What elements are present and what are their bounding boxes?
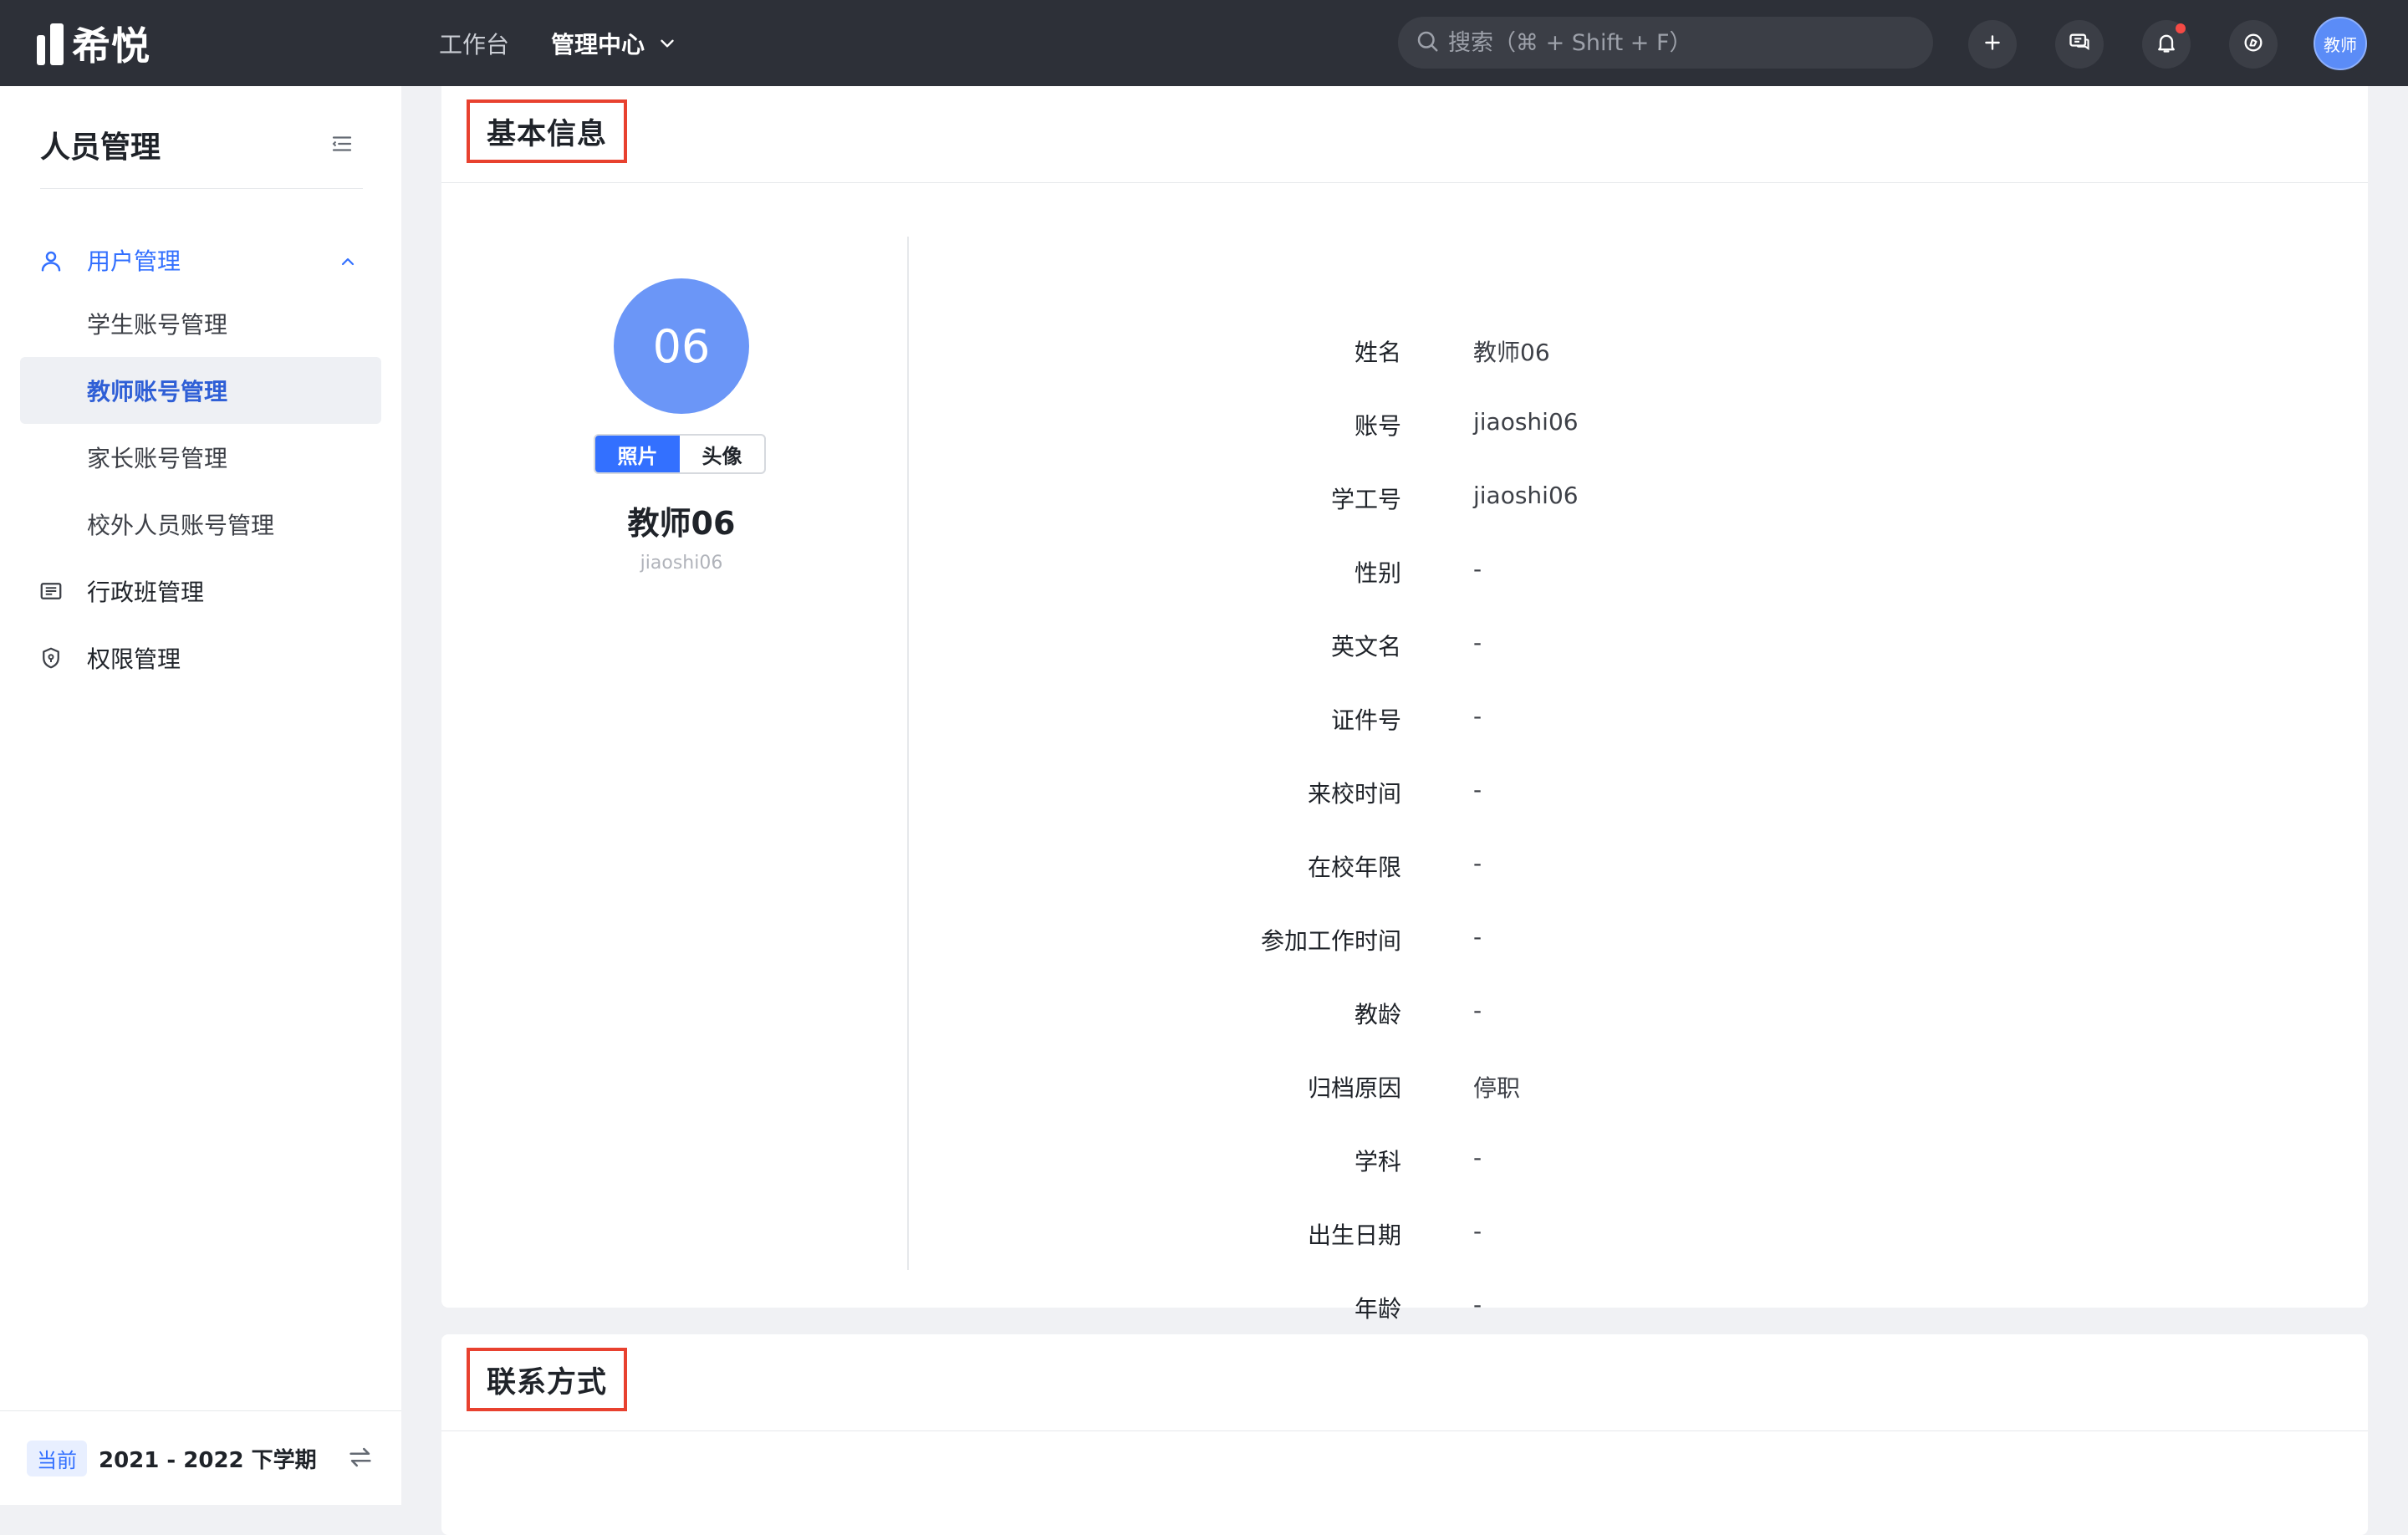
sidebar-item-label: 校外人员账号管理 bbox=[87, 512, 275, 539]
sidebar-item-label: 家长账号管理 bbox=[87, 445, 228, 472]
app-center-button[interactable] bbox=[2229, 20, 2278, 69]
field-row: 证件号 - bbox=[441, 702, 2368, 776]
field-value: jiaoshi06 bbox=[1473, 408, 1579, 436]
sidebar-item-label: 教师账号管理 bbox=[87, 378, 228, 405]
sidebar-item-teacher-accounts[interactable]: 教师账号管理 bbox=[20, 357, 381, 424]
field-value: - bbox=[1473, 776, 1482, 803]
sidebar: 人员管理 用户管理 学生账号管理 教师账号管理 家长账号管理 校外人员账号管理 bbox=[0, 86, 401, 1505]
field-label: 性别 bbox=[1354, 559, 1401, 587]
field-row: 账号 jiaoshi06 bbox=[441, 408, 2368, 482]
top-bar: 希悦 工作台 管理中心 搜索（⌘ + Shift + F） 教师 bbox=[0, 0, 2408, 86]
field-value: 停职 bbox=[1473, 1074, 1521, 1102]
field-row: 性别 - bbox=[441, 555, 2368, 629]
card-header: 基本信息 bbox=[441, 86, 2368, 183]
field-row: 归档原因 停职 bbox=[441, 1070, 2368, 1144]
field-row: 姓名 教师06 bbox=[441, 334, 2368, 408]
sidebar-item-label: 行政班管理 bbox=[87, 579, 205, 606]
collapse-menu-icon[interactable] bbox=[329, 131, 355, 156]
field-row: 学科 - bbox=[441, 1144, 2368, 1217]
field-row: 教龄 - bbox=[441, 997, 2368, 1070]
field-label: 账号 bbox=[1354, 412, 1401, 440]
field-value: 教师06 bbox=[1473, 339, 1550, 366]
contact-title: 联系方式 bbox=[467, 1348, 628, 1411]
field-row: 英文名 - bbox=[441, 629, 2368, 702]
notification-dot bbox=[2176, 23, 2186, 33]
field-label: 在校年限 bbox=[1307, 854, 1401, 881]
field-row: 学工号 jiaoshi06 bbox=[441, 482, 2368, 555]
chevron-down-icon bbox=[656, 33, 678, 54]
field-label: 来校时间 bbox=[1307, 780, 1401, 808]
user-avatar-text: 教师 bbox=[2324, 34, 2357, 55]
logo-mark-icon bbox=[37, 22, 64, 65]
basic-info-card: 基本信息 06 照片 头像 教师06 jiaoshi06 姓名 教师06 账号 … bbox=[441, 86, 2368, 1323]
sidebar-item-label: 学生账号管理 bbox=[87, 311, 228, 339]
field-label: 学工号 bbox=[1330, 486, 1401, 513]
add-button[interactable] bbox=[1968, 20, 2017, 69]
field-value: - bbox=[1473, 702, 1482, 730]
nav-admin-center-label: 管理中心 bbox=[551, 30, 645, 59]
field-value: - bbox=[1473, 629, 1482, 656]
sidebar-divider bbox=[40, 188, 363, 189]
field-value: - bbox=[1473, 1217, 1482, 1245]
sidebar-item-label: 用户管理 bbox=[87, 247, 181, 275]
contact-card: 联系方式 bbox=[441, 1334, 2368, 1535]
field-label: 出生日期 bbox=[1307, 1221, 1401, 1249]
field-value: - bbox=[1473, 923, 1482, 951]
field-label: 教龄 bbox=[1354, 1001, 1401, 1028]
field-label: 证件号 bbox=[1330, 706, 1401, 734]
sidebar-title: 人员管理 bbox=[40, 130, 161, 165]
message-button[interactable] bbox=[2055, 20, 2104, 69]
sidebar-menu: 用户管理 学生账号管理 教师账号管理 家长账号管理 校外人员账号管理 行政班管理 bbox=[0, 230, 401, 691]
search-icon bbox=[1415, 28, 1440, 57]
sidebar-item-permission-management[interactable]: 权限管理 bbox=[20, 625, 381, 691]
nav-workbench-label: 工作台 bbox=[439, 30, 510, 59]
current-term-badge: 当前 bbox=[27, 1440, 87, 1476]
global-search[interactable] bbox=[1398, 17, 1933, 69]
field-label: 年龄 bbox=[1354, 1295, 1401, 1323]
list-card-icon bbox=[38, 579, 64, 604]
nav-admin-center[interactable]: 管理中心 bbox=[551, 27, 678, 60]
user-icon bbox=[38, 248, 64, 273]
plus-icon bbox=[1982, 32, 2003, 57]
shield-icon bbox=[38, 645, 64, 671]
compass-icon bbox=[2242, 31, 2265, 58]
field-value: - bbox=[1473, 555, 1482, 583]
field-value: - bbox=[1473, 997, 1482, 1024]
logo-text: 希悦 bbox=[72, 23, 150, 69]
field-row: 出生日期 - bbox=[441, 1217, 2368, 1291]
switch-arrows-icon[interactable] bbox=[346, 1443, 375, 1471]
field-value: - bbox=[1473, 849, 1482, 877]
field-label: 姓名 bbox=[1354, 339, 1401, 366]
field-row: 在校年限 - bbox=[441, 849, 2368, 923]
field-value: jiaoshi06 bbox=[1473, 482, 1579, 509]
search-input[interactable] bbox=[1448, 29, 1916, 56]
field-label: 参加工作时间 bbox=[1260, 927, 1401, 955]
sidebar-item-class-management[interactable]: 行政班管理 bbox=[20, 558, 381, 625]
user-avatar[interactable]: 教师 bbox=[2314, 17, 2367, 70]
field-row: 来校时间 - bbox=[441, 776, 2368, 849]
app-logo[interactable]: 希悦 bbox=[37, 20, 150, 69]
sidebar-item-external-accounts[interactable]: 校外人员账号管理 bbox=[20, 491, 381, 558]
current-term-text: 2021 - 2022 下学期 bbox=[99, 1447, 317, 1473]
top-nav: 工作台 管理中心 bbox=[439, 0, 678, 86]
chevron-up-icon bbox=[338, 250, 358, 270]
sidebar-item-user-management[interactable]: 用户管理 bbox=[20, 230, 381, 290]
basic-info-title: 基本信息 bbox=[467, 99, 628, 163]
notification-button[interactable] bbox=[2142, 20, 2191, 69]
nav-workbench[interactable]: 工作台 bbox=[439, 27, 509, 60]
chat-icon bbox=[2068, 31, 2091, 58]
field-label: 英文名 bbox=[1330, 633, 1401, 660]
term-selector[interactable]: 当前 2021 - 2022 下学期 bbox=[0, 1410, 401, 1505]
sidebar-item-parent-accounts[interactable]: 家长账号管理 bbox=[20, 424, 381, 491]
bell-icon bbox=[2155, 31, 2178, 58]
sidebar-item-label: 权限管理 bbox=[87, 645, 181, 673]
field-label: 学科 bbox=[1354, 1148, 1401, 1175]
sidebar-item-student-accounts[interactable]: 学生账号管理 bbox=[20, 290, 381, 357]
field-label: 归档原因 bbox=[1307, 1074, 1401, 1102]
field-value: - bbox=[1473, 1144, 1482, 1171]
card-header: 联系方式 bbox=[441, 1334, 2368, 1431]
field-value: - bbox=[1473, 1291, 1482, 1318]
field-row: 参加工作时间 - bbox=[441, 923, 2368, 997]
